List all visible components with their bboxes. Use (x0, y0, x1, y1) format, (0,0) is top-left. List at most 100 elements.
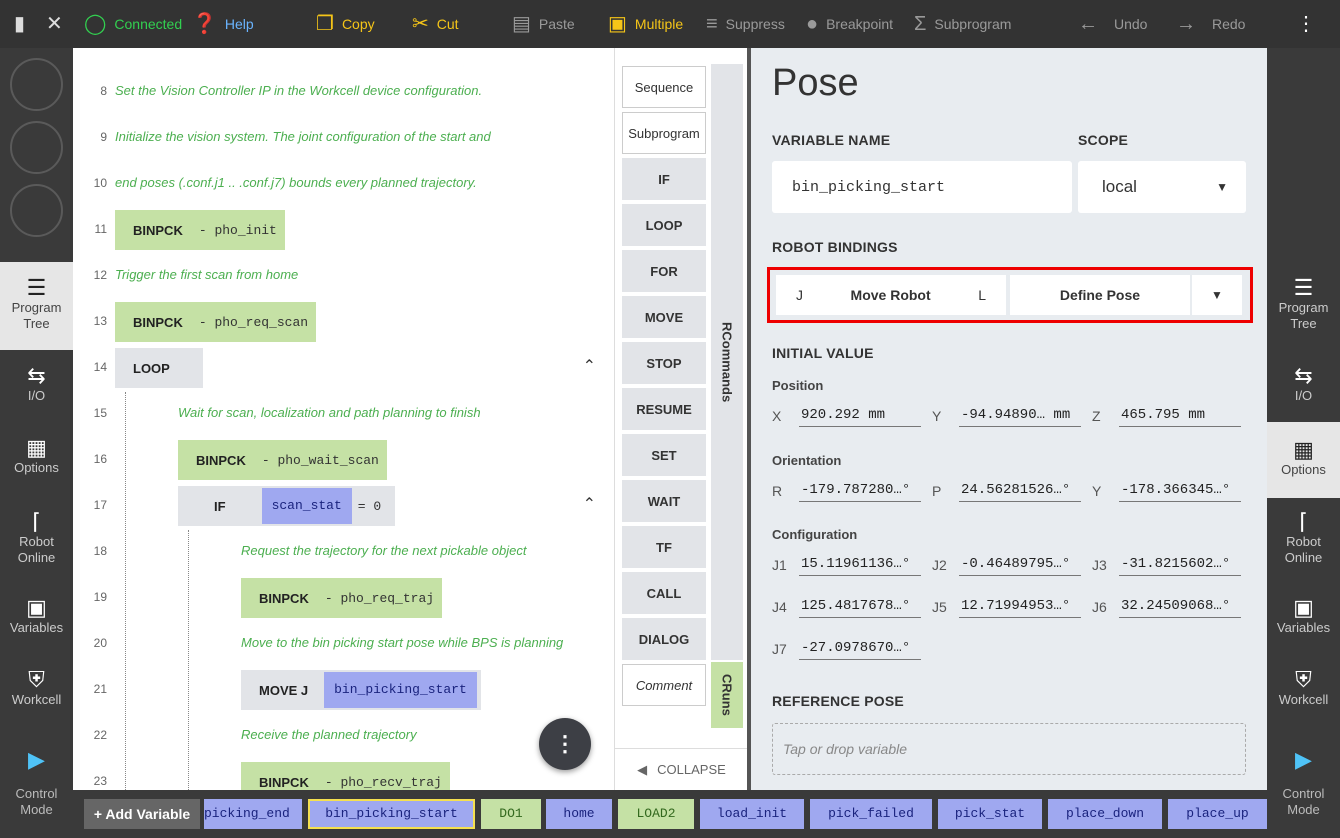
cmd-comment[interactable]: Comment (622, 664, 706, 706)
cmd-subprogram[interactable]: Subprogram (622, 112, 706, 154)
orientation-y-field[interactable]: -178.366345…° (1119, 480, 1241, 502)
suppress-button[interactable]: ≡ Suppress (706, 0, 785, 48)
nav-variables[interactable]: ▣ Variables (0, 582, 73, 654)
position-z-field[interactable]: 465.795 mm (1119, 405, 1241, 427)
nav-variables[interactable]: ▣ Variables (1267, 582, 1340, 654)
program-line-21[interactable]: 21 MOVE Jbin_picking_start (73, 666, 614, 712)
binpck-block[interactable]: BINPCK - pho_req_traj (241, 578, 443, 618)
breakpoint-button[interactable]: ● Breakpoint (806, 0, 893, 48)
position-x-field[interactable]: 920.292 mm (799, 405, 921, 427)
binpck-block[interactable]: BINPCK - pho_recv_traj (241, 762, 450, 790)
control-mode-button[interactable]: ▶ Control Mode (0, 748, 73, 838)
shortcut-slot-2[interactable] (10, 121, 63, 174)
program-line-22[interactable]: 22 Receive the planned trajectory (73, 712, 614, 758)
nav-io[interactable]: ⇆ I/O (0, 350, 73, 422)
program-line-18[interactable]: 18 Request the trajectory for the next pi… (73, 528, 614, 574)
nav-robot-online[interactable]: ⌈ Robot Online (0, 500, 73, 580)
collapse-button[interactable]: ◀ COLLAPSE (615, 748, 748, 790)
cmd-call[interactable]: CALL (622, 572, 706, 614)
program-line-17[interactable]: 17 IF scan_stat = 0 ⌃ (73, 482, 614, 528)
variable-chip[interactable]: bin_picking_start (324, 672, 477, 708)
nav-workcell[interactable]: ⛨ Workcell (1267, 654, 1340, 726)
redo-button[interactable]: → Redo (1176, 0, 1245, 48)
cmd-dialog[interactable]: DIALOG (622, 618, 706, 660)
variable-chip[interactable]: place_down (1048, 799, 1162, 829)
joint-j7-field[interactable]: -27.0978670…° (799, 638, 921, 660)
program-line-8[interactable]: 8 Set the Vision Controller IP in the Wor… (73, 68, 614, 114)
if-block[interactable]: IF scan_stat = 0 (178, 486, 396, 526)
variable-chip[interactable]: load_init (700, 799, 804, 829)
nav-program-tree[interactable]: ☰ Program Tree (1267, 262, 1340, 350)
add-variable-button[interactable]: + Add Variable (84, 799, 200, 829)
variable-name-input[interactable]: bin_picking_start (772, 161, 1072, 213)
program-line-14[interactable]: 14 LOOP ⌃ (73, 344, 614, 390)
program-line-20[interactable]: 20 Move to the bin picking start pose whi… (73, 620, 614, 666)
tab-cruns[interactable]: CRuns (711, 662, 743, 728)
tab-rcommands[interactable]: RCommands (711, 64, 743, 660)
program-line-16[interactable]: 16 BINPCK - pho_wait_scan (73, 436, 614, 482)
variable-chip[interactable]: pick_stat (938, 799, 1042, 829)
cmd-wait[interactable]: WAIT (622, 480, 706, 522)
variable-chip-selected[interactable]: bin_picking_start (308, 799, 475, 829)
cut-button[interactable]: ✂ Cut (412, 0, 459, 48)
cmd-move[interactable]: MOVE (622, 296, 706, 338)
position-y-field[interactable]: -94.94890… mm (959, 405, 1081, 427)
orientation-p-field[interactable]: 24.56281526…° (959, 480, 1081, 502)
undo-button[interactable]: ← Undo (1078, 0, 1147, 48)
variable-chip[interactable]: place_up (1168, 799, 1267, 829)
program-line-13[interactable]: 13 BINPCK - pho_req_scan (73, 298, 614, 344)
cmd-if[interactable]: IF (622, 158, 706, 200)
program-line-11[interactable]: 11 BINPCK - pho_init (73, 206, 614, 252)
nav-workcell[interactable]: ⛨ Workcell (0, 654, 73, 726)
more-menu-button[interactable]: ⋮ (1296, 0, 1316, 48)
joint-j4-field[interactable]: 125.4817678…° (799, 596, 921, 618)
joint-j5-field[interactable]: 12.71994953…° (959, 596, 1081, 618)
variable-chip[interactable]: LOAD2 (618, 799, 694, 829)
variable-chip[interactable]: DO1 (481, 799, 541, 829)
cmd-for[interactable]: FOR (622, 250, 706, 292)
scope-select[interactable]: local ▼ (1078, 161, 1246, 213)
variable-chip[interactable]: scan_stat (261, 488, 352, 524)
joint-j3-field[interactable]: -31.8215602…° (1119, 554, 1241, 576)
binpck-block[interactable]: BINPCK - pho_req_scan (115, 302, 317, 342)
move-block[interactable]: MOVE Jbin_picking_start (241, 670, 481, 710)
nav-options[interactable]: ▦ Options (1267, 422, 1340, 498)
copy-button[interactable]: ❐ Copy (316, 0, 375, 48)
variable-chip[interactable]: home (546, 799, 612, 829)
binpck-block[interactable]: BINPCK - pho_wait_scan (178, 440, 387, 480)
program-line-9[interactable]: 9 Initialize the vision system. The joint… (73, 114, 614, 160)
move-robot-segment[interactable]: J Move Robot L (776, 275, 1006, 315)
cmd-set[interactable]: SET (622, 434, 706, 476)
program-line-19[interactable]: 19 BINPCK - pho_req_traj (73, 574, 614, 620)
nav-options[interactable]: ▦ Options (0, 422, 73, 494)
dropdown-arrow-icon[interactable]: ▼ (1192, 275, 1242, 315)
nav-robot-online[interactable]: ⌈ Robot Online (1267, 500, 1340, 580)
subprogram-button[interactable]: Σ Subprogram (914, 0, 1011, 48)
program-line-23[interactable]: 23 BINPCK - pho_recv_traj (73, 758, 614, 790)
cmd-resume[interactable]: RESUME (622, 388, 706, 430)
more-actions-fab[interactable]: ⋮ (539, 718, 591, 770)
define-pose-button[interactable]: Define Pose (1010, 275, 1190, 315)
nav-program-tree[interactable]: ☰ Program Tree (0, 262, 73, 350)
multiple-button[interactable]: ▣ Multiple (608, 0, 683, 48)
shortcut-slot-1[interactable] (10, 58, 63, 111)
binpck-block[interactable]: BINPCK - pho_init (115, 210, 285, 250)
variable-chip[interactable]: pick_failed (810, 799, 932, 829)
joint-j1-field[interactable]: 15.11961136…° (799, 554, 921, 576)
help-button[interactable]: ❓ Help (192, 0, 254, 48)
nav-io[interactable]: ⇆ I/O (1267, 350, 1340, 422)
chevron-up-icon[interactable]: ⌃ (583, 494, 596, 514)
joint-j2-field[interactable]: -0.46489795…° (959, 554, 1081, 576)
control-mode-button[interactable]: ▶ Control Mode (1267, 748, 1340, 838)
program-line-12[interactable]: 12 Trigger the first scan from home (73, 252, 614, 298)
shortcut-slot-3[interactable] (10, 184, 63, 237)
connection-status[interactable]: ◯ Connected (84, 0, 182, 48)
program-line-10[interactable]: 10 end poses (.conf.j1 .. .conf.j7) bound… (73, 160, 614, 206)
cmd-stop[interactable]: STOP (622, 342, 706, 384)
joint-j6-field[interactable]: 32.24509068…° (1119, 596, 1241, 618)
cmd-tf[interactable]: TF (622, 526, 706, 568)
reference-pose-dropzone[interactable]: Tap or drop variable (772, 723, 1246, 775)
cmd-loop[interactable]: LOOP (622, 204, 706, 246)
program-line-15[interactable]: 15 Wait for scan, localization and path p… (73, 390, 614, 436)
chevron-up-icon[interactable]: ⌃ (583, 356, 596, 376)
